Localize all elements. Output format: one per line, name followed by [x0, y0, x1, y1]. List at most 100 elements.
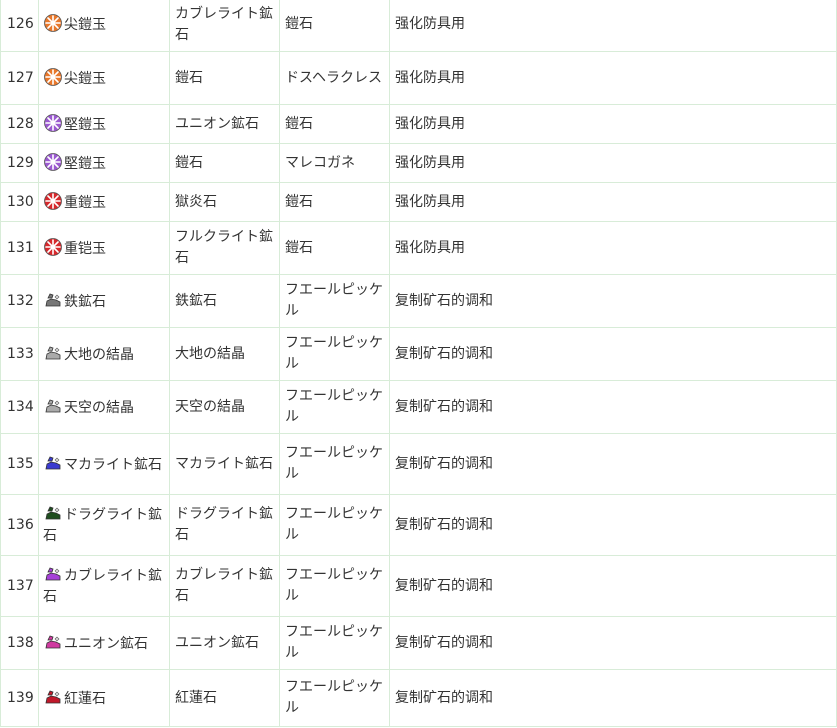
- row-number-cell: 129: [0, 143, 39, 183]
- row-number: 135: [7, 455, 34, 472]
- red-spike-gem-icon: [43, 191, 63, 211]
- material-b: 鎧石: [285, 115, 313, 132]
- material-b-cell: フエールピッケル: [279, 433, 390, 495]
- item-name: 尖鎧玉: [64, 17, 106, 33]
- material-b: 鎧石: [285, 16, 313, 32]
- red-spike-gem-icon: [43, 237, 63, 257]
- material-b: 鎧石: [285, 193, 313, 210]
- row-number: 130: [7, 193, 34, 210]
- row-number-cell: 139: [0, 669, 39, 727]
- row-number-cell: 126: [0, 0, 39, 52]
- usage: 强化防具用: [395, 69, 465, 86]
- row-number-cell: 138: [0, 616, 39, 670]
- table-row: 134 天空の結晶 天空の結晶 フエールピッケル 复制矿石的调和: [0, 380, 837, 434]
- item-name-cell: 重鎧玉: [38, 182, 170, 222]
- material-b: ドスヘラクレス: [285, 69, 383, 86]
- item-name-cell: カブレライト鉱石: [38, 555, 170, 617]
- material-b: フエールピッケル: [285, 624, 383, 661]
- orange-spike-gem-icon: [43, 13, 63, 33]
- material-b-cell: フエールピッケル: [279, 494, 390, 556]
- material-a: ドラグライト鉱石: [175, 506, 273, 543]
- usage: 强化防具用: [395, 154, 465, 171]
- item-name: 堅鎧玉: [64, 116, 106, 133]
- item-name-cell: 尖鎧玉: [38, 0, 170, 52]
- material-a: ユニオン鉱石: [175, 634, 259, 651]
- material-a: 大地の結晶: [175, 345, 245, 362]
- item-name-cell: 堅鎧玉: [38, 143, 170, 183]
- light-gray-ore-icon: [43, 396, 63, 416]
- usage-cell: 复制矿石的调和: [389, 616, 837, 670]
- red-ore-icon: [43, 687, 63, 707]
- table-row: 136 ドラグライト鉱石 ドラグライト鉱石 フエールピッケル 复制矿石的调和: [0, 494, 837, 556]
- item-name: 天空の結晶: [64, 399, 134, 416]
- table-row: 128 堅鎧玉 ユニオン鉱石 鎧石 强化防具用: [0, 104, 837, 144]
- table-row: 127 尖鎧玉 鎧石 ドスヘラクレス 强化防具用: [0, 51, 837, 105]
- material-a: 鎧石: [175, 154, 203, 171]
- row-number: 131: [7, 239, 34, 256]
- material-a: 鉄鉱石: [175, 292, 217, 309]
- material-b-cell: 鎧石: [279, 104, 390, 144]
- item-name-cell: 大地の結晶: [38, 327, 170, 381]
- material-b-cell: フエールピッケル: [279, 327, 390, 381]
- material-a-cell: フルクライト鉱石: [169, 221, 280, 275]
- light-gray-ore-icon: [43, 343, 63, 363]
- material-b-cell: マレコガネ: [279, 143, 390, 183]
- row-number: 133: [7, 345, 34, 362]
- row-number: 126: [7, 16, 34, 32]
- material-a-cell: カブレライト鉱石: [169, 555, 280, 617]
- material-b-cell: 鎧石: [279, 221, 390, 275]
- item-name: 堅鎧玉: [64, 155, 106, 172]
- material-a-cell: 鎧石: [169, 51, 280, 105]
- material-a: 紅蓮石: [175, 689, 217, 706]
- material-b-cell: 鎧石: [279, 0, 390, 52]
- row-number: 129: [7, 154, 34, 171]
- material-a-cell: 紅蓮石: [169, 669, 280, 727]
- material-b-cell: ドスヘラクレス: [279, 51, 390, 105]
- usage-cell: 复制矿石的调和: [389, 274, 837, 328]
- table-row: 137 カブレライト鉱石 カブレライト鉱石 フエールピッケル 复制矿石的调和: [0, 555, 837, 617]
- row-number-cell: 137: [0, 555, 39, 617]
- row-number: 139: [7, 689, 34, 706]
- material-a: フルクライト鉱石: [175, 229, 273, 266]
- item-name-cell: 天空の結晶: [38, 380, 170, 434]
- purple-ore-icon: [43, 564, 63, 584]
- table-row: 131 重铠玉 フルクライト鉱石 鎧石 强化防具用: [0, 221, 837, 275]
- material-b: マレコガネ: [285, 154, 355, 171]
- material-a-cell: 大地の結晶: [169, 327, 280, 381]
- usage: 强化防具用: [395, 16, 465, 32]
- row-number-cell: 133: [0, 327, 39, 381]
- row-number: 137: [7, 577, 34, 594]
- row-number-cell: 134: [0, 380, 39, 434]
- item-name-cell: 尖鎧玉: [38, 51, 170, 105]
- material-b-cell: フエールピッケル: [279, 616, 390, 670]
- row-number: 134: [7, 398, 34, 415]
- row-number-cell: 136: [0, 494, 39, 556]
- table-row: 126 尖鎧玉 カブレライト鉱石 鎧石 强化防具用: [0, 0, 837, 52]
- table-row: 139 紅蓮石 紅蓮石 フエールピッケル 复制矿石的调和: [0, 669, 837, 727]
- usage-cell: 强化防具用: [389, 104, 837, 144]
- row-number-cell: 132: [0, 274, 39, 328]
- material-b: フエールピッケル: [285, 282, 383, 319]
- usage-cell: 强化防具用: [389, 0, 837, 52]
- material-b: フエールピッケル: [285, 567, 383, 604]
- material-b-cell: フエールピッケル: [279, 380, 390, 434]
- usage: 复制矿石的调和: [395, 689, 493, 706]
- material-b: フエールピッケル: [285, 335, 383, 372]
- purple-spike-gem-icon: [43, 152, 63, 172]
- usage: 强化防具用: [395, 115, 465, 132]
- usage-cell: 复制矿石的调和: [389, 494, 837, 556]
- table-row: 138 ユニオン鉱石 ユニオン鉱石 フエールピッケル 复制矿石的调和: [0, 616, 837, 670]
- item-name: 重鎧玉: [64, 194, 106, 211]
- material-b: フエールピッケル: [285, 506, 383, 543]
- materials-table-body: 126 尖鎧玉 カブレライト鉱石 鎧石 强化防具用 127 尖鎧玉 鎧石 ドスヘラクレス 强化防具…: [0, 0, 837, 727]
- orange-spike-gem-icon: [43, 67, 63, 87]
- row-number: 132: [7, 292, 34, 309]
- item-name-cell: マカライト鉱石: [38, 433, 170, 495]
- usage: 强化防具用: [395, 239, 465, 256]
- pink-ore-icon: [43, 632, 63, 652]
- item-name-cell: 堅鎧玉: [38, 104, 170, 144]
- item-name-cell: 鉄鉱石: [38, 274, 170, 328]
- item-name: 紅蓮石: [64, 690, 106, 707]
- material-a-cell: 獄炎石: [169, 182, 280, 222]
- row-number-cell: 135: [0, 433, 39, 495]
